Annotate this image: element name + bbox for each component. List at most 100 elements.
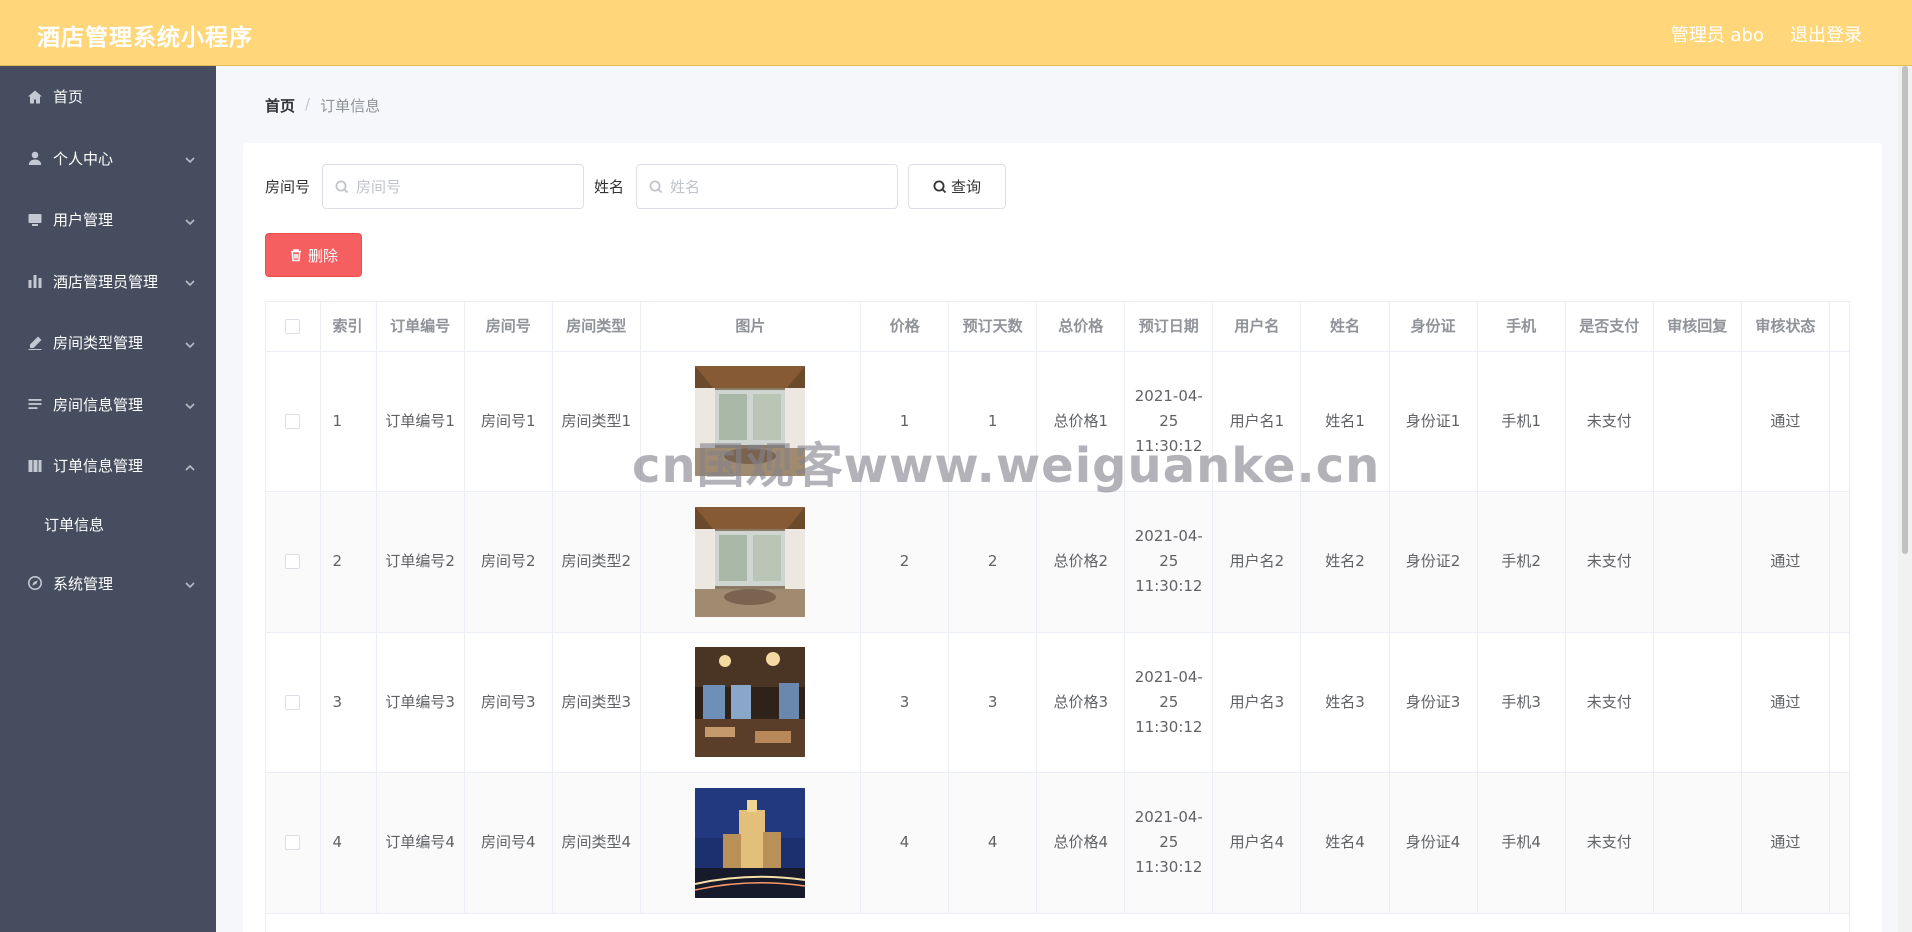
- sidebar-item-room-info[interactable]: 房间信息管理: [0, 374, 216, 436]
- row-checkbox[interactable]: [285, 413, 301, 429]
- name-label: 姓名: [594, 178, 625, 196]
- column-header[interactable]: 是否支付: [1565, 302, 1654, 352]
- cell-paid: 未支付: [1565, 351, 1654, 492]
- breadcrumb-home[interactable]: 首页: [265, 95, 295, 116]
- chevron-down-icon: [184, 275, 196, 287]
- query-button-label: 查询: [951, 178, 982, 196]
- sidebar-item-room-types[interactable]: 房间类型管理: [0, 312, 216, 374]
- room-number-input-wrapper: [322, 164, 585, 209]
- cell-total: 总价格2: [1036, 491, 1126, 633]
- select-all-checkbox[interactable]: [285, 318, 301, 334]
- cell-image: [640, 491, 862, 633]
- sidebar-item-system[interactable]: 系统管理: [0, 553, 216, 615]
- cell-order-no: 订单编号3: [376, 632, 465, 773]
- row-checkbox[interactable]: [285, 835, 301, 851]
- column-header[interactable]: 房间号: [464, 302, 553, 352]
- sidebar-item-orders[interactable]: 订单信息管理: [0, 435, 216, 497]
- delete-button[interactable]: 删除: [265, 233, 362, 277]
- column-header-spacer: [1829, 302, 1849, 352]
- cell-room-no: 房间号2: [464, 491, 553, 633]
- query-button[interactable]: 查询: [908, 164, 1007, 209]
- sidebar-subitem-order-info[interactable]: 订单信息: [0, 497, 216, 553]
- cell-image: [640, 632, 862, 773]
- column-header[interactable]: 订单编号: [376, 302, 465, 352]
- cell-room-type: 房间类型4: [552, 772, 641, 914]
- cell-date: 2021-04-25 11:30:12: [1124, 491, 1214, 633]
- column-header[interactable]: 总价格: [1036, 302, 1126, 352]
- table-header-row: 索引 订单编号 房间号 房间类型 图片 价格 预订天数 总价格 预订日期 用户名…: [266, 302, 1849, 352]
- hotel-lobby-photo[interactable]: [695, 647, 806, 758]
- admin-user-label[interactable]: 管理员 abo: [1671, 21, 1764, 47]
- search-icon: [649, 180, 663, 193]
- column-header[interactable]: 预订日期: [1124, 302, 1214, 352]
- cell-spacer: [1829, 632, 1849, 773]
- cell-id-card: 身份证3: [1389, 632, 1478, 773]
- column-header[interactable]: 身份证: [1389, 302, 1478, 352]
- list-icon: [27, 396, 43, 412]
- sidebar-item-users[interactable]: 用户管理: [0, 189, 216, 251]
- column-header[interactable]: 手机: [1477, 302, 1566, 352]
- cell-name: 姓名3: [1300, 632, 1390, 773]
- column-header[interactable]: 姓名: [1300, 302, 1390, 352]
- sidebar-item-hotel-admins[interactable]: 酒店管理员管理: [0, 251, 216, 313]
- cell-spacer: [1829, 772, 1849, 914]
- hotel-room-photo[interactable]: [695, 366, 806, 477]
- column-header[interactable]: 图片: [640, 302, 862, 352]
- cell-room-no: 房间号4: [464, 772, 553, 914]
- search-form: 房间号 姓名 查询: [265, 164, 1007, 209]
- cell-date: 2021-04-25 11:30:12: [1124, 632, 1214, 773]
- cell-image: [640, 351, 862, 492]
- cell-index: 4: [320, 772, 377, 914]
- sidebar: 首页 个人中心 用户管理 酒店管理员管理 房间类型管理 房间信息管理 订单信息管…: [0, 66, 216, 932]
- cell-id-card: 身份证4: [1389, 772, 1478, 914]
- scrollbar-thumb[interactable]: [1902, 66, 1908, 554]
- cell-paid: 未支付: [1565, 772, 1654, 914]
- column-header[interactable]: 用户名: [1212, 302, 1302, 352]
- column-header[interactable]: 审核状态: [1741, 302, 1830, 352]
- row-checkbox[interactable]: [285, 554, 301, 570]
- chevron-down-icon: [184, 214, 196, 226]
- column-header[interactable]: 索引: [320, 302, 377, 352]
- cell-room-no: 房间号1: [464, 351, 553, 492]
- name-input[interactable]: [670, 177, 871, 196]
- home-icon: [27, 89, 43, 105]
- table-row[interactable]: 3 订单编号3 房间号3 房间类型3 3 3 总价格3 2021-04-25 1…: [266, 632, 1849, 773]
- book-icon: [27, 458, 43, 474]
- cell-order-no: 订单编号2: [376, 491, 465, 633]
- room-number-input[interactable]: [356, 177, 557, 196]
- name-input-wrapper: [636, 164, 899, 209]
- hotel-room-photo[interactable]: [695, 506, 806, 617]
- cell-order-no: 订单编号4: [376, 772, 465, 914]
- chevron-down-icon: [184, 577, 196, 589]
- cell-price: 2: [860, 491, 950, 633]
- table-row[interactable]: 4 订单编号4 房间号4 房间类型4 4 4 总价格4 2021-04-25 1…: [266, 772, 1849, 914]
- hotel-night-photo[interactable]: [695, 787, 806, 898]
- row-checkbox[interactable]: [285, 694, 301, 710]
- column-header[interactable]: 审核回复: [1653, 302, 1742, 352]
- table-row[interactable]: 1 订单编号1 房间号1 房间类型1 1 1 总价格1 2021-04-25 1…: [266, 351, 1849, 492]
- search-icon: [335, 180, 349, 193]
- cell-price: 4: [860, 772, 950, 914]
- cell-price: 3: [860, 632, 950, 773]
- app-title: 酒店管理系统小程序: [37, 25, 253, 51]
- cell-status: 通过: [1741, 491, 1830, 633]
- cell-phone: 手机2: [1477, 491, 1566, 633]
- cell-date: 2021-04-25 11:30:12: [1124, 351, 1214, 492]
- column-header[interactable]: 预订天数: [948, 302, 1038, 352]
- chevron-down-icon: [184, 398, 196, 410]
- cell-username: 用户名3: [1212, 632, 1302, 773]
- cell-index: 1: [320, 351, 377, 492]
- page-scrollbar[interactable]: [1898, 66, 1912, 932]
- cell-room-type: 房间类型1: [552, 351, 641, 492]
- sidebar-item-profile[interactable]: 个人中心: [0, 128, 216, 190]
- logout-link[interactable]: 退出登录: [1790, 21, 1862, 47]
- cell-days: 1: [948, 351, 1038, 492]
- cell-username: 用户名4: [1212, 772, 1302, 914]
- cell-days: 4: [948, 772, 1038, 914]
- table-row[interactable]: 2 订单编号2 房间号2 房间类型2 2 2 总价格2 2021-04-25 1…: [266, 491, 1849, 633]
- column-header[interactable]: 房间类型: [552, 302, 641, 352]
- cell-index: 3: [320, 632, 377, 773]
- column-header[interactable]: 价格: [860, 302, 950, 352]
- cell-phone: 手机4: [1477, 772, 1566, 914]
- sidebar-item-home[interactable]: 首页: [0, 66, 216, 128]
